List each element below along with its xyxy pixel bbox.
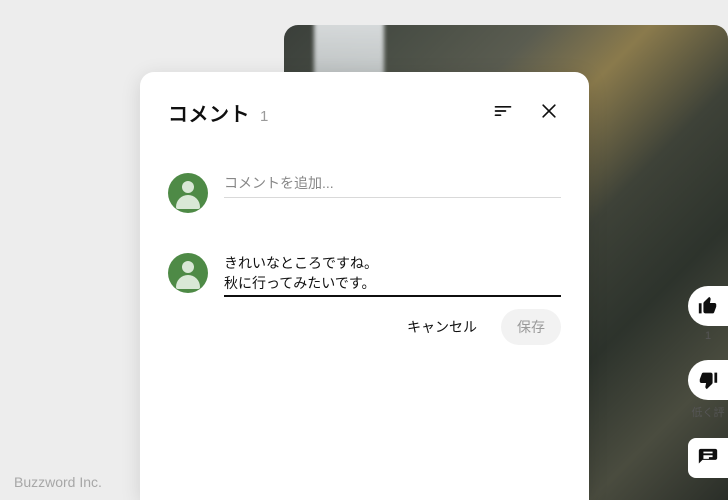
footer-brand: Buzzword Inc.	[14, 474, 102, 490]
thumbs-down-icon	[697, 369, 719, 391]
comment-header-icons	[491, 99, 561, 123]
close-icon	[539, 101, 559, 121]
comment-title-wrap: コメント 1	[168, 98, 268, 127]
comment-rail-button[interactable]	[688, 438, 728, 478]
like-button[interactable]	[688, 286, 728, 326]
edit-comment-textarea[interactable]	[224, 253, 561, 297]
cancel-button[interactable]: キャンセル	[391, 309, 493, 345]
save-button[interactable]: 保存	[501, 309, 561, 345]
edit-comment-row	[168, 253, 561, 297]
dislike-button[interactable]	[688, 360, 728, 400]
add-comment-input[interactable]	[224, 173, 561, 198]
edit-actions: キャンセル 保存	[168, 309, 561, 345]
comment-panel: コメント 1 キャンセル 保存	[140, 72, 589, 500]
right-rail: 1 低く評	[688, 286, 728, 482]
thumbs-up-icon	[697, 295, 719, 317]
add-comment-row	[168, 173, 561, 213]
dislike-label: 低く評	[692, 404, 725, 420]
comment-count: 1	[260, 108, 268, 125]
sort-button[interactable]	[491, 99, 515, 123]
close-button[interactable]	[537, 99, 561, 123]
avatar	[168, 173, 208, 213]
avatar	[168, 253, 208, 293]
sort-icon	[493, 101, 513, 121]
like-count: 1	[705, 330, 711, 342]
comment-title: コメント	[168, 98, 250, 127]
comment-icon	[697, 447, 719, 469]
comment-panel-header: コメント 1	[168, 98, 561, 127]
